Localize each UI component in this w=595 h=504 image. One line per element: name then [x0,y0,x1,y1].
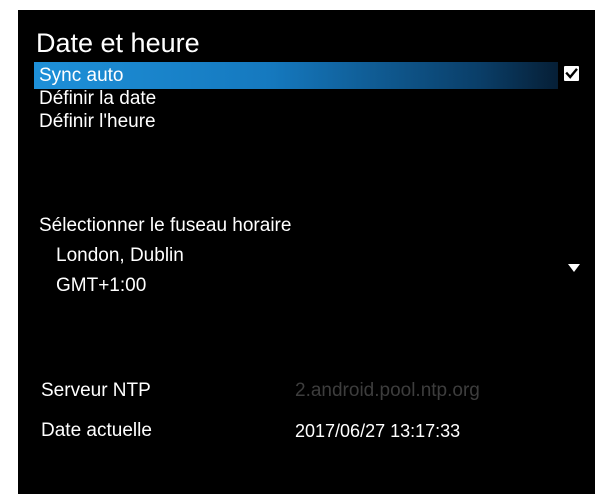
ntp-server-label: Serveur NTP [41,380,151,401]
current-date-value: 2017/06/27 13:17:33 [295,421,461,441]
triangle-down-icon[interactable] [568,264,580,272]
timezone-city[interactable]: London, Dublin [56,244,184,267]
checkmark-icon [565,68,578,79]
settings-screen: Date et heure Sync auto Définir la date … [18,10,595,494]
current-date-label: Date actuelle [41,420,152,441]
sync-auto-item[interactable]: Sync auto [39,64,124,87]
timezone-label[interactable]: Sélectionner le fuseau horaire [39,214,291,237]
sync-auto-checkbox[interactable] [564,66,579,81]
set-time-item[interactable]: Définir l'heure [39,110,156,133]
page-title: Date et heure [36,28,200,58]
ntp-server-value: 2.android.pool.ntp.org [295,380,480,401]
set-date-item[interactable]: Définir la date [39,87,156,110]
timezone-offset[interactable]: GMT+1:00 [56,274,146,297]
